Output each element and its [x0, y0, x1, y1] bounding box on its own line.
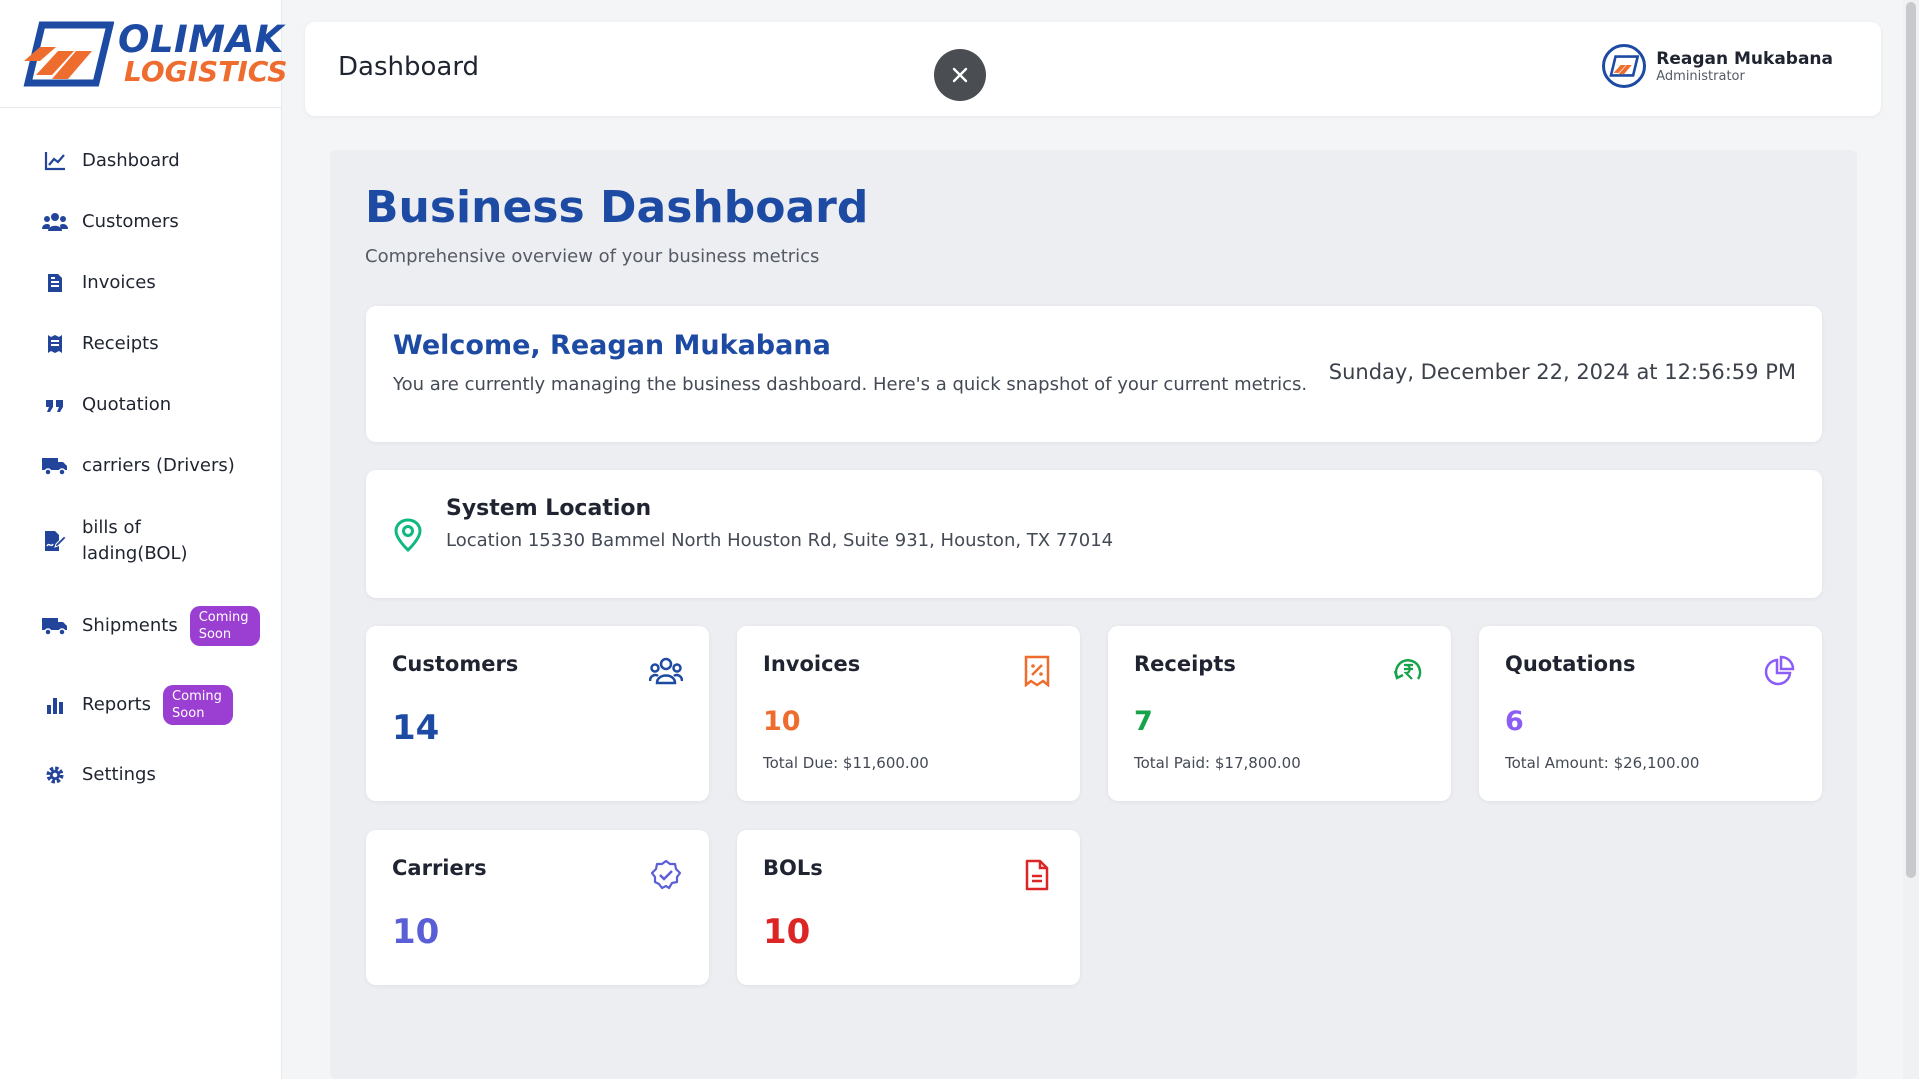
sidebar-item-carriers[interactable]: carriers (Drivers) [0, 435, 281, 496]
location-title: System Location [446, 496, 652, 521]
dashboard-title: Business Dashboard [365, 182, 869, 233]
receipt-icon [42, 333, 68, 355]
stat-title: Quotations [1505, 652, 1636, 676]
scrollbar-thumb[interactable] [1906, 2, 1916, 878]
file-invoice-icon [42, 272, 68, 294]
users-icon [42, 211, 68, 233]
stat-value: 6 [1505, 706, 1524, 737]
page-title: Dashboard [338, 52, 480, 82]
user-role: Administrator [1656, 68, 1745, 84]
sidebar-item-bol[interactable]: bills of lading(BOL) [0, 496, 281, 586]
stat-value: 14 [392, 708, 440, 748]
current-datetime: Sunday, December 22, 2024 at 12:56:59 PM [1328, 360, 1796, 384]
stat-value: 10 [763, 706, 801, 737]
sidebar-item-shipments[interactable]: Shipments Coming Soon [0, 586, 281, 666]
dashboard-subtitle: Comprehensive overview of your business … [365, 246, 820, 267]
user-info: Reagan Mukabana Administrator [1656, 49, 1833, 84]
page-scrollbar[interactable] [1903, 0, 1919, 1079]
sidebar-item-dashboard[interactable]: Dashboard [0, 130, 281, 191]
logo[interactable]: OLIMAK LOGISTICS [0, 0, 287, 108]
sidebar-item-label: Customers [82, 210, 179, 232]
pie-chart-icon [1762, 654, 1796, 688]
coming-soon-badge: Coming Soon [163, 685, 234, 725]
map-pin-icon [393, 518, 423, 556]
sidebar-item-quotation[interactable]: Quotation [0, 374, 281, 435]
gear-icon [42, 764, 68, 786]
coming-soon-badge: Coming Soon [189, 606, 260, 646]
badge-check-icon [649, 858, 683, 892]
truck-icon [42, 455, 68, 477]
top-header: Dashboard Reagan Mukabana Administrator [305, 22, 1881, 116]
close-icon [952, 67, 968, 83]
bar-chart-icon [42, 694, 68, 716]
stat-title: Receipts [1134, 652, 1236, 676]
sidebar-item-receipts[interactable]: Receipts [0, 313, 281, 374]
stat-title: Carriers [392, 856, 487, 880]
stat-subtext: Total Amount: $26,100.00 [1505, 754, 1700, 772]
logo-line2: LOGISTICS [124, 55, 288, 88]
welcome-title: Welcome, Reagan Mukabana [393, 330, 831, 361]
stat-card-carriers[interactable]: Carriers 10 [366, 830, 709, 985]
file-signature-icon [42, 530, 68, 552]
receipt-percent-icon [1020, 654, 1054, 688]
sidebar-nav: Dashboard Customers Invoices Receipts Qu… [0, 108, 281, 805]
location-card: System Location Location 15330 Bammel No… [366, 470, 1822, 598]
sidebar-item-label: carriers (Drivers) [82, 454, 235, 476]
stat-subtext: Total Due: $11,600.00 [763, 754, 929, 772]
stat-card-invoices[interactable]: Invoices 10 Total Due: $11,600.00 [737, 626, 1080, 801]
chart-line-icon [42, 150, 68, 172]
stat-card-quotations[interactable]: Quotations 6 Total Amount: $26,100.00 [1479, 626, 1822, 801]
stat-card-receipts[interactable]: Receipts 7 Total Paid: $17,800.00 [1108, 626, 1451, 801]
sidebar-item-label: Receipts [82, 332, 159, 354]
truck-fast-icon [42, 615, 68, 637]
sidebar-item-label: Settings [82, 763, 156, 785]
stat-title: Invoices [763, 652, 861, 676]
sidebar-item-customers[interactable]: Customers [0, 191, 281, 252]
sidebar-item-reports[interactable]: Reports Coming Soon [0, 666, 281, 744]
sidebar-item-label: Dashboard [82, 149, 180, 171]
user-name: Reagan Mukabana [1656, 48, 1833, 69]
quote-icon [42, 394, 68, 416]
sidebar-item-label: Quotation [82, 393, 172, 415]
stat-card-customers[interactable]: Customers 14 [366, 626, 709, 801]
location-address: Location 15330 Bammel North Houston Rd, … [446, 530, 1114, 551]
sidebar-item-label: Shipments [82, 615, 178, 636]
sidebar: OLIMAK LOGISTICS Dashboard Customers Inv… [0, 0, 287, 1079]
sidebar-item-label: Reports [82, 694, 152, 715]
logo-line1: OLIMAK [118, 18, 284, 61]
logo-text: OLIMAK LOGISTICS [118, 21, 287, 86]
sidebar-item-invoices[interactable]: Invoices [0, 252, 281, 313]
sidebar-item-label: bills of lading(BOL) [82, 517, 188, 564]
close-button[interactable] [934, 49, 986, 101]
stat-value: 7 [1134, 706, 1153, 737]
sidebar-item-settings[interactable]: Settings [0, 744, 281, 805]
user-profile[interactable]: Reagan Mukabana Administrator [1602, 44, 1833, 88]
file-text-icon [1020, 858, 1054, 892]
avatar [1602, 44, 1647, 88]
stat-title: Customers [392, 652, 519, 676]
stat-card-bols[interactable]: BOLs 10 [737, 830, 1080, 985]
welcome-text: You are currently managing the business … [393, 374, 1308, 395]
rupee-refresh-icon [1391, 654, 1425, 688]
stat-subtext: Total Paid: $17,800.00 [1134, 754, 1301, 772]
welcome-card: Welcome, Reagan Mukabana You are current… [366, 306, 1822, 442]
sidebar-item-label: Invoices [82, 271, 156, 293]
stat-title: BOLs [763, 856, 823, 880]
logo-icon [22, 21, 115, 87]
stat-value: 10 [392, 912, 440, 952]
users-outline-icon [649, 654, 683, 688]
stat-value: 10 [763, 912, 811, 952]
main-content: Business Dashboard Comprehensive overvie… [330, 150, 1857, 1079]
